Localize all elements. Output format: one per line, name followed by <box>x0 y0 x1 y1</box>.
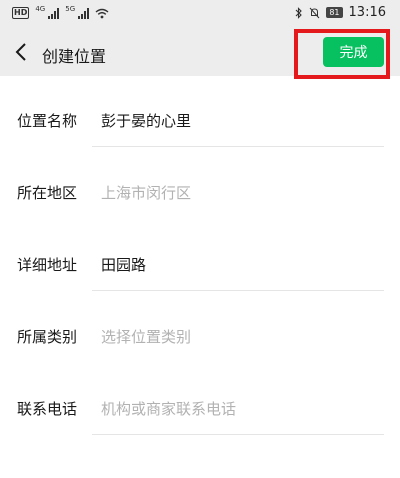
location-form: 位置名称 彭于晏的心里 所在地区 上海市闵行区 详细地址 田园路 所属类别 选择… <box>0 76 400 436</box>
back-arrow-icon[interactable] <box>14 41 28 63</box>
form-row-phone[interactable]: 联系电话 机构或商家联系电话 <box>0 364 400 436</box>
signal-icon-2 <box>78 7 90 19</box>
form-row-region[interactable]: 所在地区 上海市闵行区 <box>0 148 400 220</box>
category-field[interactable]: 选择位置类别 <box>101 326 191 347</box>
bell-muted-icon <box>309 7 320 18</box>
address-field[interactable]: 田园路 <box>101 254 146 275</box>
field-label: 位置名称 <box>17 112 78 130</box>
status-right: 81 13:16 <box>295 5 386 20</box>
divider <box>92 290 384 291</box>
form-row-address[interactable]: 详细地址 田园路 <box>0 220 400 292</box>
region-field[interactable]: 上海市闵行区 <box>101 182 191 203</box>
done-button[interactable]: 完成 <box>323 37 384 67</box>
location-name-field[interactable]: 彭于晏的心里 <box>101 110 191 131</box>
field-label: 所在地区 <box>17 184 78 202</box>
divider <box>92 146 384 147</box>
bluetooth-icon <box>295 6 303 19</box>
field-label: 联系电话 <box>17 400 78 418</box>
hd-badge: HD <box>12 7 30 19</box>
field-label: 所属类别 <box>17 328 78 346</box>
wifi-icon <box>95 8 109 18</box>
status-left: HD 4G 5G <box>12 5 109 19</box>
field-label: 详细地址 <box>17 256 78 274</box>
battery-indicator: 81 <box>326 7 343 18</box>
status-bar: HD 4G 5G 81 13:16 <box>0 0 400 30</box>
network-type-1: 4G <box>35 5 46 13</box>
page-title: 创建位置 <box>42 47 107 66</box>
form-row-category[interactable]: 所属类别 选择位置类别 <box>0 292 400 364</box>
signal-icon <box>48 7 60 19</box>
form-row-location-name[interactable]: 位置名称 彭于晏的心里 <box>0 76 400 148</box>
divider <box>92 434 384 435</box>
clock: 13:16 <box>348 5 386 20</box>
phone-field[interactable]: 机构或商家联系电话 <box>101 398 236 419</box>
network-type-2: 5G <box>65 5 76 13</box>
